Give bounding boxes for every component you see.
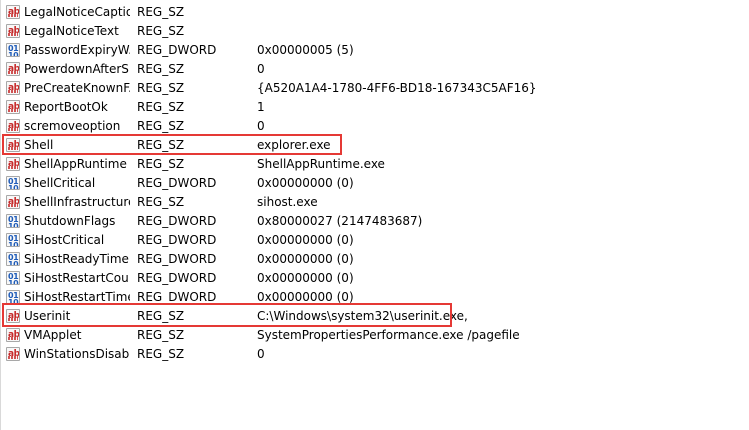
registry-value-row-userinit[interactable]: Userinit REG_SZ C:\Windows\system32\user… [0, 307, 749, 326]
registry-value-data: {A520A1A4-1780-4FF6-BD18-167343C5AF16} [257, 81, 537, 95]
dword-value-icon [6, 233, 20, 247]
registry-value-row-sihostrestarttimegap[interactable]: SiHostRestartTime... REG_DWORD 0x0000000… [0, 288, 749, 307]
registry-value-row-scremoveoption[interactable]: scremoveoption REG_SZ 0 [0, 117, 749, 136]
registry-value-data: explorer.exe [257, 138, 331, 152]
registry-value-data: sihost.exe [257, 195, 318, 209]
registry-value-row-legalnoticecaption[interactable]: LegalNoticeCaption REG_SZ [0, 3, 749, 22]
registry-value-type: REG_SZ [137, 24, 185, 38]
string-value-icon [6, 328, 20, 342]
registry-value-data: 0x00000000 (0) [257, 252, 354, 266]
registry-value-type: REG_DWORD [137, 252, 217, 266]
registry-value-name: SiHostRestartTime... [24, 290, 130, 304]
registry-value-name: LegalNoticeCaption [24, 5, 130, 19]
registry-value-data: 0x00000005 (5) [257, 43, 354, 57]
registry-value-row-shellinfrastructure[interactable]: ShellInfrastructure REG_SZ sihost.exe [0, 193, 749, 212]
registry-value-name: Userinit [24, 309, 71, 323]
registry-value-data: 1 [257, 100, 265, 114]
dword-value-icon [6, 176, 20, 190]
registry-value-row-winstationsdisabled[interactable]: WinStationsDisabl... REG_SZ 0 [0, 345, 749, 364]
registry-value-data: 0x80000027 (2147483687) [257, 214, 423, 228]
registry-value-data: C:\Windows\system32\userinit.exe, [257, 309, 468, 323]
registry-value-data: SystemPropertiesPerformance.exe /pagefil… [257, 328, 520, 342]
string-value-icon [6, 157, 20, 171]
registry-value-name: scremoveoption [24, 119, 121, 133]
registry-value-row-sihostreadytimeout[interactable]: SiHostReadyTime... REG_DWORD 0x00000000 … [0, 250, 749, 269]
registry-value-name: SiHostRestartCou... [24, 271, 130, 285]
registry-value-type: REG_DWORD [137, 214, 217, 228]
registry-value-data: 0x00000000 (0) [257, 290, 354, 304]
registry-value-type: REG_DWORD [137, 43, 217, 57]
registry-value-type: REG_SZ [137, 62, 185, 76]
registry-value-row-reportbootok[interactable]: ReportBootOk REG_SZ 1 [0, 98, 749, 117]
registry-value-type: REG_SZ [137, 195, 185, 209]
registry-value-row-sihostcritical[interactable]: SiHostCritical REG_DWORD 0x00000000 (0) [0, 231, 749, 250]
registry-value-row-legalnoticetext[interactable]: LegalNoticeText REG_SZ [0, 22, 749, 41]
registry-value-data: 0x00000000 (0) [257, 176, 354, 190]
registry-value-type: REG_DWORD [137, 176, 217, 190]
registry-value-type: REG_SZ [137, 309, 185, 323]
registry-value-row-vmapplet[interactable]: VMApplet REG_SZ SystemPropertiesPerforma… [0, 326, 749, 345]
registry-value-type: REG_DWORD [137, 233, 217, 247]
registry-value-type: REG_DWORD [137, 271, 217, 285]
string-value-icon [6, 24, 20, 38]
registry-value-row-sihostrestartcountlimit[interactable]: SiHostRestartCou... REG_DWORD 0x00000000… [0, 269, 749, 288]
registry-value-name: ReportBootOk [24, 100, 108, 114]
registry-value-type: REG_SZ [137, 100, 185, 114]
dword-value-icon [6, 252, 20, 266]
registry-value-row-shellcritical[interactable]: ShellCritical REG_DWORD 0x00000000 (0) [0, 174, 749, 193]
registry-value-type: REG_SZ [137, 157, 185, 171]
string-value-icon [6, 195, 20, 209]
registry-value-type: REG_SZ [137, 119, 185, 133]
registry-value-name: Shell [24, 138, 54, 152]
registry-value-name: ShellInfrastructure [24, 195, 130, 209]
registry-value-type: REG_SZ [137, 5, 185, 19]
string-value-icon [6, 62, 20, 76]
string-value-icon [6, 309, 20, 323]
registry-value-data: 0 [257, 62, 265, 76]
registry-value-name: WinStationsDisabl... [24, 347, 130, 361]
dword-value-icon [6, 290, 20, 304]
registry-value-name: ShellAppRuntime [24, 157, 127, 171]
registry-value-row-passwordexpirywarning[interactable]: PasswordExpiryW... REG_DWORD 0x00000005 … [0, 41, 749, 60]
registry-value-type: REG_SZ [137, 81, 185, 95]
string-value-icon [6, 138, 20, 152]
registry-value-type: REG_SZ [137, 328, 185, 342]
registry-value-type: REG_DWORD [137, 290, 217, 304]
registry-value-name: SiHostCritical [24, 233, 105, 247]
string-value-icon [6, 5, 20, 19]
registry-value-name: PreCreateKnownF... [24, 81, 130, 95]
registry-values-list[interactable]: LegalNoticeCaption REG_SZ LegalNoticeTex… [0, 3, 749, 364]
dword-value-icon [6, 271, 20, 285]
registry-value-row-shellappruntime[interactable]: ShellAppRuntime REG_SZ ShellAppRuntime.e… [0, 155, 749, 174]
dword-value-icon [6, 214, 20, 228]
registry-value-data: ShellAppRuntime.exe [257, 157, 385, 171]
registry-value-type: REG_SZ [137, 138, 185, 152]
registry-value-name: ShutdownFlags [24, 214, 116, 228]
registry-value-row-powerdownaftershutdown[interactable]: PowerdownAfterS... REG_SZ 0 [0, 60, 749, 79]
registry-value-type: REG_SZ [137, 347, 185, 361]
registry-value-data: 0x00000000 (0) [257, 271, 354, 285]
registry-value-data [257, 3, 737, 22]
registry-value-name: SiHostReadyTime... [24, 252, 130, 266]
registry-value-name: VMApplet [24, 328, 82, 342]
string-value-icon [6, 347, 20, 361]
registry-value-data: 0 [257, 347, 265, 361]
registry-value-row-shell[interactable]: Shell REG_SZ explorer.exe [0, 136, 749, 155]
dword-value-icon [6, 43, 20, 57]
registry-value-row-precreateknownfolders[interactable]: PreCreateKnownF... REG_SZ {A520A1A4-1780… [0, 79, 749, 98]
registry-value-row-shutdownflags[interactable]: ShutdownFlags REG_DWORD 0x80000027 (2147… [0, 212, 749, 231]
string-value-icon [6, 100, 20, 114]
registry-value-data: 0 [257, 119, 265, 133]
registry-value-name: LegalNoticeText [24, 24, 119, 38]
string-value-icon [6, 81, 20, 95]
registry-value-data: 0x00000000 (0) [257, 233, 354, 247]
registry-value-name: PasswordExpiryW... [24, 43, 130, 57]
string-value-icon [6, 119, 20, 133]
registry-value-name: PowerdownAfterS... [24, 62, 130, 76]
registry-value-name: ShellCritical [24, 176, 96, 190]
registry-value-data [257, 22, 737, 41]
